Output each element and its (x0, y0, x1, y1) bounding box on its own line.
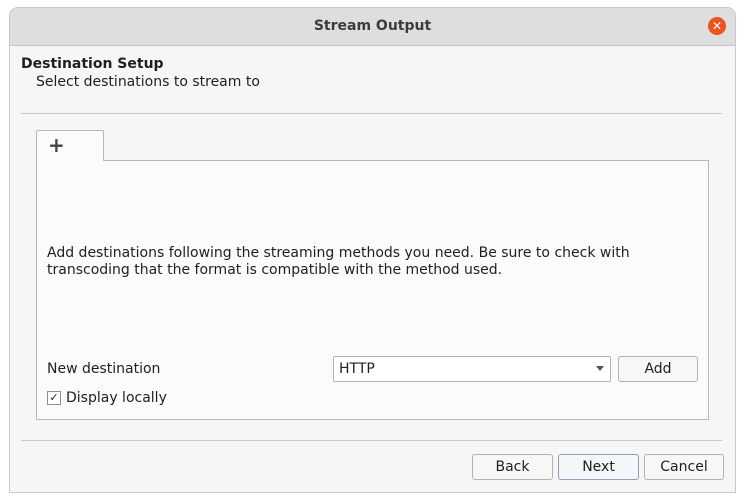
chevron-down-icon (596, 366, 604, 371)
page-heading: Destination Setup (21, 56, 164, 72)
display-locally-checkbox[interactable]: ✓ (47, 391, 61, 405)
display-locally-label[interactable]: Display locally (66, 390, 167, 406)
stream-output-dialog: Stream Output ✕ Destination Setup Select… (10, 8, 735, 492)
destination-type-select[interactable]: HTTP (333, 356, 611, 382)
destination-description: Add destinations following the streaming… (47, 245, 630, 278)
back-button[interactable]: Back (472, 454, 553, 480)
window-title: Stream Output (313, 18, 432, 34)
cancel-button[interactable]: Cancel (644, 454, 724, 480)
close-icon: ✕ (711, 19, 723, 33)
footer-divider (21, 440, 722, 441)
page-subheading: Select destinations to stream to (36, 74, 260, 90)
destination-type-value: HTTP (339, 361, 375, 377)
next-button[interactable]: Next (558, 454, 639, 480)
header-divider (21, 113, 722, 114)
add-button[interactable]: Add (618, 356, 698, 382)
new-destination-label: New destination (47, 361, 161, 377)
plus-icon: + (48, 133, 65, 157)
tab-add-destination[interactable]: + (36, 130, 104, 161)
close-button[interactable]: ✕ (708, 17, 726, 35)
title-bar[interactable]: Stream Output ✕ (10, 8, 735, 46)
destination-panel: Add destinations following the streaming… (36, 160, 709, 420)
